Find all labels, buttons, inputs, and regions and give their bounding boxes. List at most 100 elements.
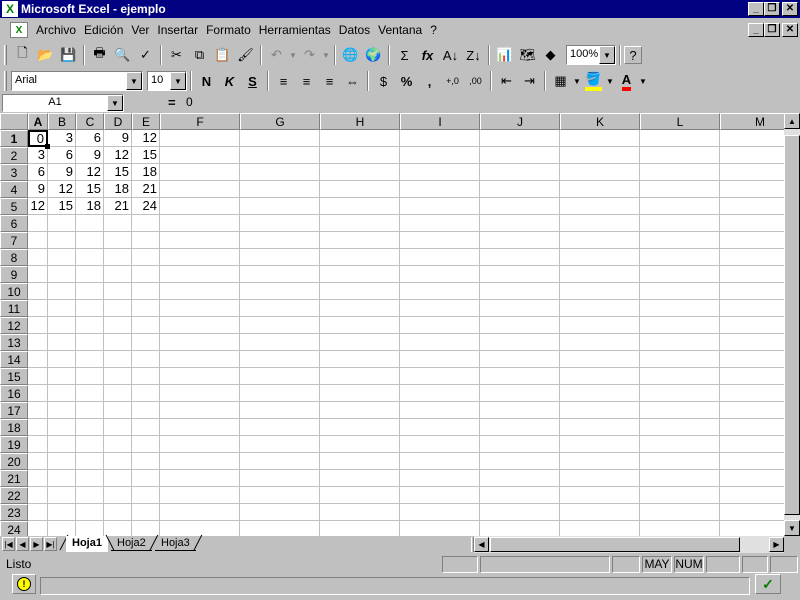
cell-l2[interactable] [640,147,720,164]
cell-j18[interactable] [480,419,560,436]
cell-b9[interactable] [48,266,76,283]
cell-b12[interactable] [48,317,76,334]
web-toolbar-icon[interactable]: 🌍 [362,44,385,66]
cell-c12[interactable] [76,317,104,334]
cell-g20[interactable] [240,453,320,470]
toolbar-grip[interactable] [4,71,7,91]
cell-l23[interactable] [640,504,720,521]
cell-d16[interactable] [104,385,132,402]
cell-c11[interactable] [76,300,104,317]
cell-j23[interactable] [480,504,560,521]
column-header-a[interactable]: A [28,113,48,130]
row-header-6[interactable]: 6 [0,215,28,232]
cell-c7[interactable] [76,232,104,249]
cell-i20[interactable] [400,453,480,470]
sheet-tab-hoja2[interactable]: Hoja2 [111,536,152,551]
cell-c13[interactable] [76,334,104,351]
cell-e10[interactable] [132,283,160,300]
cell-b10[interactable] [48,283,76,300]
cell-f13[interactable] [160,334,240,351]
cell-m12[interactable] [720,317,784,334]
cell-a21[interactable] [28,470,48,487]
spelling-icon[interactable]: ✓ [134,44,157,66]
cell-i23[interactable] [400,504,480,521]
cell-k16[interactable] [560,385,640,402]
cell-a6[interactable] [28,215,48,232]
cell-j7[interactable] [480,232,560,249]
worksheet-grid[interactable]: A B C D E F G H I J K L M 1 0 3 6 9 12 2 3 6 9 12 15 3 6 9 12 15 18 4 9 1… [0,113,784,536]
cell-f6[interactable] [160,215,240,232]
cell-c18[interactable] [76,419,104,436]
cell-k12[interactable] [560,317,640,334]
cell-k13[interactable] [560,334,640,351]
cell-g1[interactable] [240,130,320,147]
cell-h12[interactable] [320,317,400,334]
cell-l10[interactable] [640,283,720,300]
cell-c17[interactable] [76,402,104,419]
cell-i11[interactable] [400,300,480,317]
cell-g8[interactable] [240,249,320,266]
cell-c6[interactable] [76,215,104,232]
cell-e12[interactable] [132,317,160,334]
cell-m9[interactable] [720,266,784,283]
cell-e23[interactable] [132,504,160,521]
cell-d18[interactable] [104,419,132,436]
cell-k2[interactable] [560,147,640,164]
cell-b18[interactable] [48,419,76,436]
cell-f14[interactable] [160,351,240,368]
cell-d17[interactable] [104,402,132,419]
minimize-button[interactable]: _ [748,2,764,16]
cell-l13[interactable] [640,334,720,351]
column-header-h[interactable]: H [320,113,400,130]
cell-l14[interactable] [640,351,720,368]
row-header-23[interactable]: 23 [0,504,28,521]
cell-e7[interactable] [132,232,160,249]
cell-d21[interactable] [104,470,132,487]
cell-a12[interactable] [28,317,48,334]
cell-k19[interactable] [560,436,640,453]
cell-l6[interactable] [640,215,720,232]
cell-g14[interactable] [240,351,320,368]
cell-m1[interactable] [720,130,784,147]
cell-h4[interactable] [320,181,400,198]
merge-center-icon[interactable]: ⇔ [341,70,364,92]
cell-f7[interactable] [160,232,240,249]
cell-m6[interactable] [720,215,784,232]
copy-icon[interactable]: ⧉ [188,44,211,66]
cell-j20[interactable] [480,453,560,470]
cell-j1[interactable] [480,130,560,147]
column-header-b[interactable]: B [48,113,76,130]
cell-k5[interactable] [560,198,640,215]
cell-a16[interactable] [28,385,48,402]
row-header-3[interactable]: 3 [0,164,28,181]
cell-i8[interactable] [400,249,480,266]
cell-f19[interactable] [160,436,240,453]
cell-c1[interactable]: 6 [76,130,104,147]
fill-color-icon[interactable]: 🪣 [582,70,605,92]
map-icon[interactable]: 🗺 [516,44,539,66]
font-color-dropdown-icon[interactable]: ▼ [638,70,648,92]
cell-l1[interactable] [640,130,720,147]
cell-e17[interactable] [132,402,160,419]
cell-a19[interactable] [28,436,48,453]
cell-m8[interactable] [720,249,784,266]
cell-h2[interactable] [320,147,400,164]
cell-b13[interactable] [48,334,76,351]
cell-g17[interactable] [240,402,320,419]
paste-icon[interactable]: 📋 [211,44,234,66]
align-center-icon[interactable]: ≡ [295,70,318,92]
cell-e20[interactable] [132,453,160,470]
vertical-scrollbar[interactable]: ▲ ▼ [784,113,800,536]
redo-icon[interactable]: ↷ [298,44,321,66]
cell-g3[interactable] [240,164,320,181]
save-icon[interactable]: 💾 [57,44,80,66]
cell-i19[interactable] [400,436,480,453]
cell-l9[interactable] [640,266,720,283]
cell-d5[interactable]: 21 [104,198,132,215]
cell-b15[interactable] [48,368,76,385]
cell-c9[interactable] [76,266,104,283]
cell-k9[interactable] [560,266,640,283]
cell-m3[interactable] [720,164,784,181]
cell-m23[interactable] [720,504,784,521]
cell-k20[interactable] [560,453,640,470]
